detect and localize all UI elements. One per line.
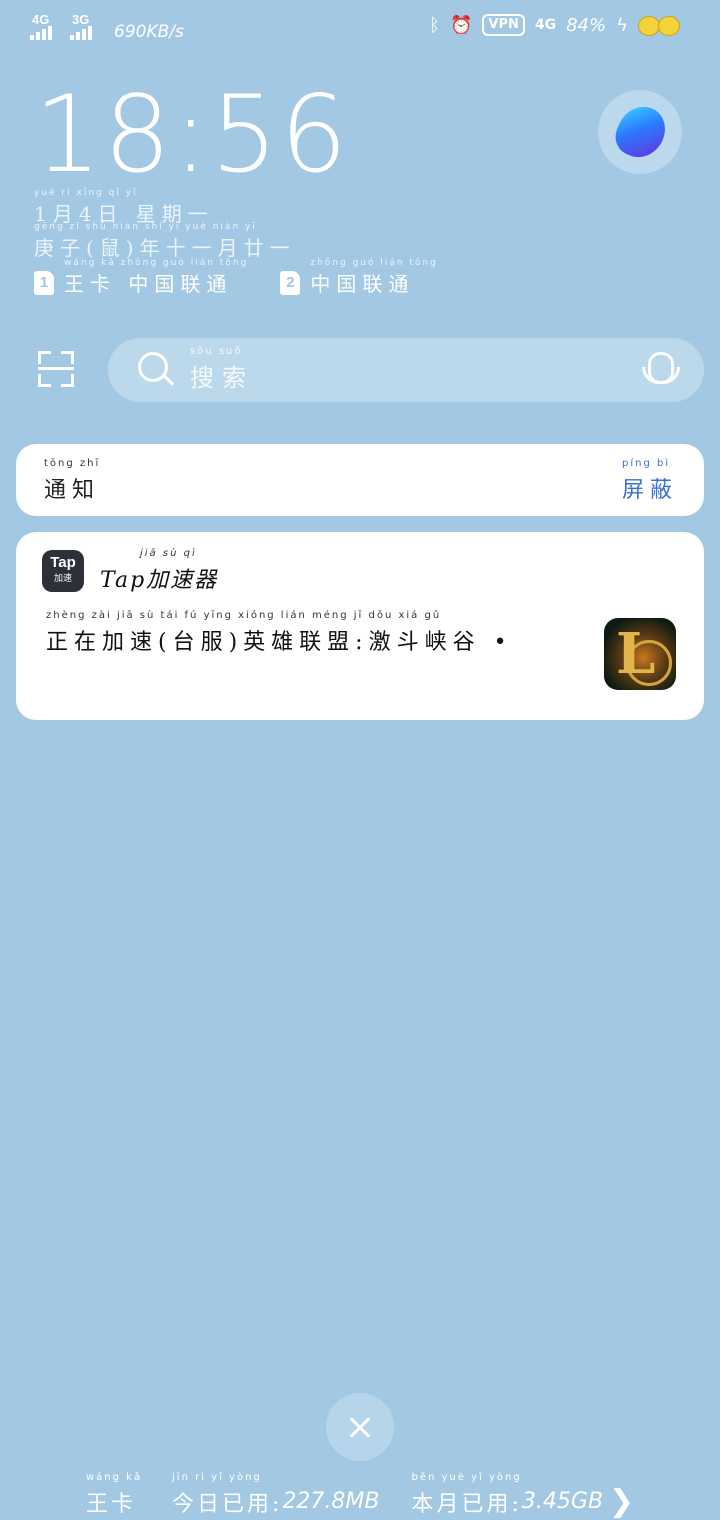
sim1-network-label: 4G — [32, 12, 50, 27]
sim2-network-label: 3G — [72, 12, 90, 27]
notification-card[interactable]: Tap 加速 jiā sù qì Tap加速器 zhèng zài jiā sù… — [16, 532, 704, 720]
notification-title: tōng zhī 通知 — [44, 458, 101, 504]
data-sim-name: wáng kǎ 王卡 — [86, 1472, 140, 1518]
month-label: 本月已用: — [411, 1491, 522, 1517]
notification-title-label: 通知 — [44, 478, 101, 503]
status-right: ᛒ ⏰ VPN 4G 84% ϟ — [429, 14, 682, 36]
today-value: 227.8MB — [282, 1489, 380, 1514]
sim2-badge-icon: 2 — [280, 270, 301, 295]
mute-button[interactable]: píng bì 屏蔽 — [621, 458, 678, 504]
mute-pinyin: píng bì — [621, 458, 671, 469]
lunar-pinyin: gēng zǐ shǔ nián shí yī yuè niàn yī — [34, 222, 257, 232]
mute-label: 屏蔽 — [621, 478, 678, 503]
sim1-badge-icon: 1 — [34, 270, 54, 295]
app-name-label: Tap加速器 — [100, 568, 219, 593]
sim2-signal-icon: 3G — [70, 12, 100, 40]
status-bar: 4G 3G 690KB/s ᛒ ⏰ VPN 4G 84% ϟ — [0, 0, 720, 56]
tap-icon-text: Tap — [50, 554, 76, 571]
status-left: 4G 3G 690KB/s — [30, 12, 184, 42]
search-bar[interactable]: sōu suǒ 搜索 — [108, 338, 704, 402]
sim1-operator-label: 王卡 中国联通 — [64, 272, 233, 296]
data-network-icon: 4G — [534, 17, 557, 33]
tap-icon-subtext: 加速 — [53, 574, 72, 584]
sim-operators: 1 wáng kǎ zhōng guó lián tōng 王卡 中国联通 2 … — [34, 258, 436, 297]
today-usage: jīn rì yǐ yòng 今日已用: — [172, 1472, 283, 1518]
search-placeholder-label: 搜索 — [190, 364, 254, 392]
league-of-legends-icon: L — [604, 618, 676, 690]
scan-icon[interactable] — [38, 351, 74, 387]
search-pinyin: sōu suǒ — [190, 346, 243, 357]
chevron-right-icon[interactable]: ❯ — [609, 1484, 637, 1519]
search-placeholder: sōu suǒ 搜索 — [190, 346, 254, 393]
message-label: 正在加速(台服)英雄联盟:激斗峡谷 • — [46, 630, 513, 655]
chick-emoji-icon — [638, 14, 682, 36]
search-icon — [138, 352, 168, 382]
sim1-pinyin: wáng kǎ zhōng guó lián tōng — [64, 258, 249, 268]
notification-header-card: tōng zhī 通知 píng bì 屏蔽 — [16, 444, 704, 516]
app-name-pinyin: jiā sù qì — [140, 548, 197, 559]
clear-all-button[interactable] — [326, 1393, 394, 1461]
clock-time[interactable]: 18:56 — [34, 70, 349, 200]
sim1-signal-icon: 4G — [30, 12, 60, 40]
notification-title-pinyin: tōng zhī — [44, 458, 101, 469]
bluetooth-icon: ᛒ — [429, 14, 440, 36]
today-pinyin: jīn rì yǐ yòng — [172, 1471, 262, 1483]
month-usage: běn yuè yǐ yòng 本月已用: — [411, 1472, 522, 1518]
alarm-icon: ⏰ — [449, 14, 473, 36]
month-value: 3.45GB — [521, 1489, 604, 1514]
microphone-icon[interactable] — [642, 352, 680, 384]
notification-app-name: jiā sù qì Tap加速器 — [100, 548, 219, 594]
tap-accelerator-app-icon: Tap 加速 — [42, 550, 84, 592]
lunar-label: 庚子(鼠)年十一月廿一 — [34, 236, 296, 260]
sim2-operator-label: 中国联通 — [310, 272, 415, 296]
sim1-operator: wáng kǎ zhōng guó lián tōng 王卡 中国联通 — [64, 258, 246, 297]
battery-percent: 84% — [566, 14, 607, 36]
vpn-icon: VPN — [482, 14, 525, 36]
charging-icon: ϟ — [616, 14, 628, 36]
net-speed: 690KB/s — [114, 22, 184, 42]
month-pinyin: běn yuè yǐ yòng — [411, 1471, 522, 1483]
sim2-pinyin: zhōng guó lián tōng — [310, 258, 438, 268]
date-pinyin: yuè rì xīng qī yī — [34, 188, 138, 198]
notification-message: zhèng zài jiā sù tái fú yīng xióng lián … — [46, 610, 513, 656]
data-sim-pinyin: wáng kǎ — [86, 1471, 143, 1483]
lunar-date-text[interactable]: gēng zǐ shǔ nián shí yī yuè niàn yī 庚子(鼠… — [34, 222, 296, 261]
today-label: 今日已用: — [172, 1491, 283, 1517]
data-sim-label: 王卡 — [86, 1491, 137, 1517]
data-usage-bar[interactable]: wáng kǎ 王卡 jīn rì yǐ yòng 今日已用: 227.8MB … — [86, 1472, 637, 1520]
assistant-orb-icon[interactable] — [598, 90, 682, 174]
message-pinyin: zhèng zài jiā sù tái fú yīng xióng lián … — [46, 610, 442, 621]
sim2-operator: zhōng guó lián tōng 中国联通 — [310, 258, 436, 297]
